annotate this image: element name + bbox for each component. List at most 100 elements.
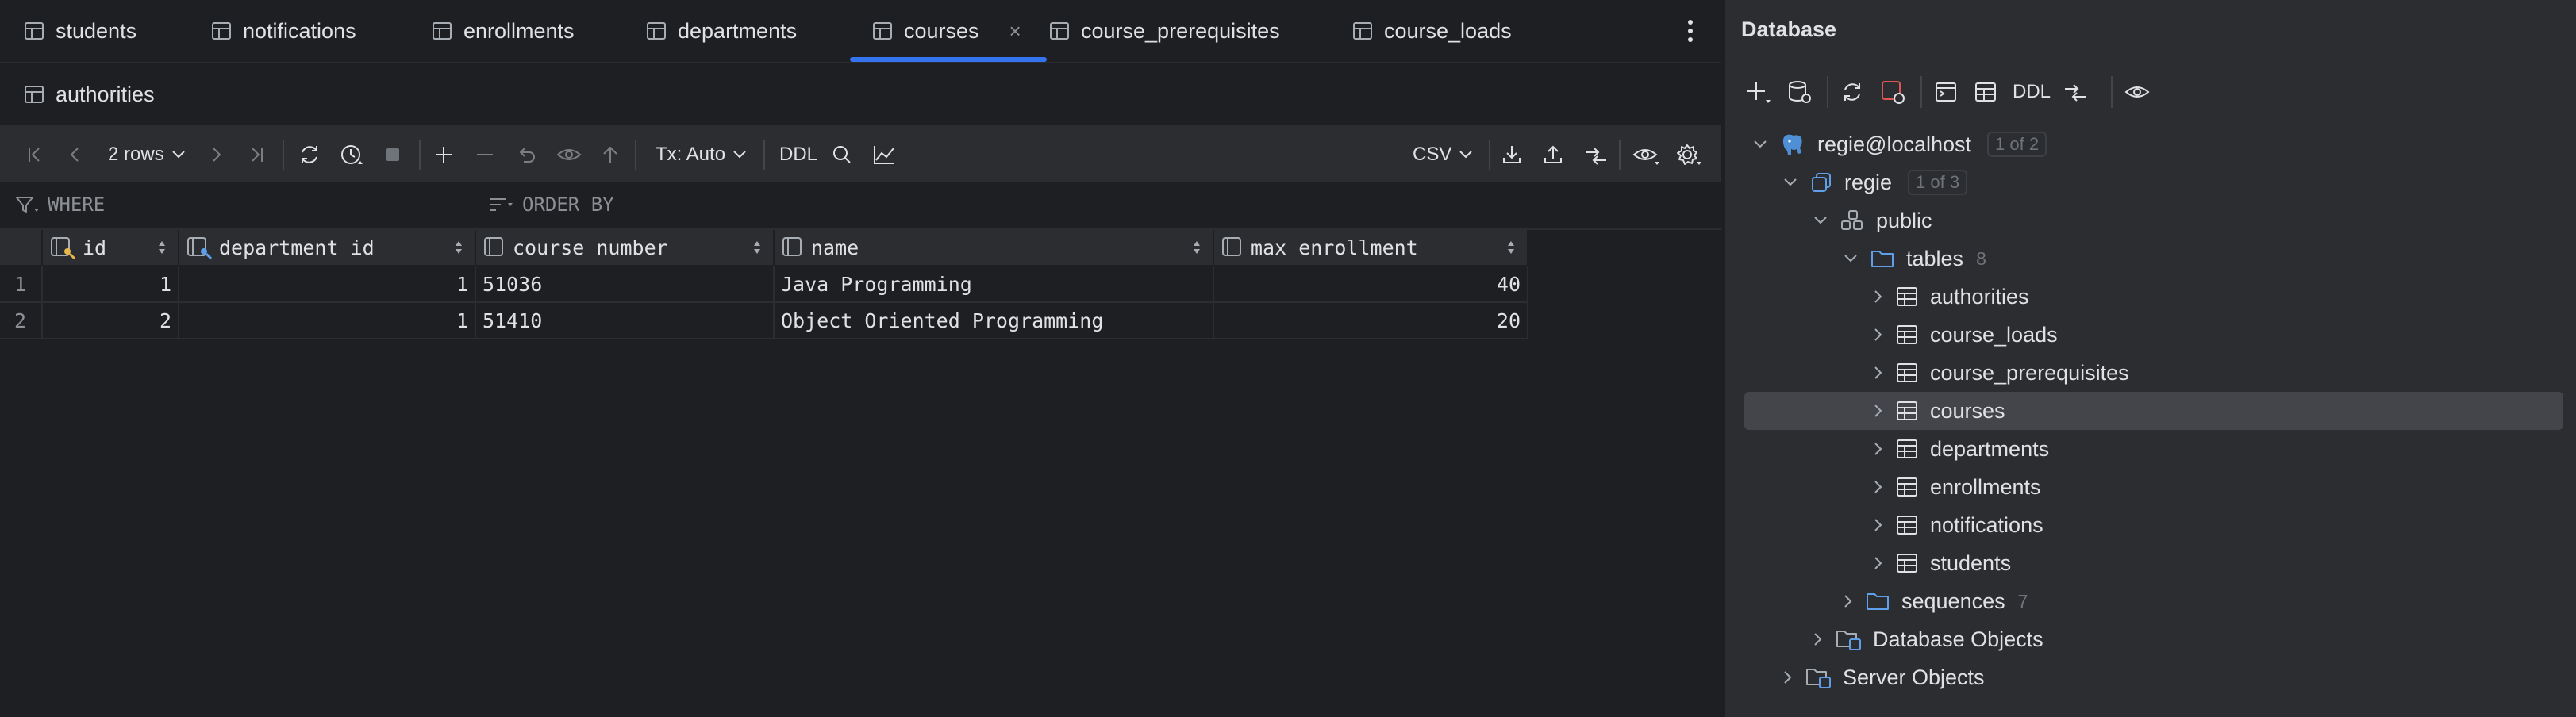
refresh-icon[interactable] <box>297 140 322 170</box>
column-header-max-enrollment[interactable]: max_enrollment <box>1214 230 1528 266</box>
chevron-right-icon <box>1873 327 1884 343</box>
preview-changes-icon[interactable] <box>556 140 582 170</box>
stop-icon[interactable] <box>381 140 405 170</box>
tab-authorities[interactable]: authorities <box>24 63 155 125</box>
editor-tab-bar-row2: authorities <box>0 63 1721 127</box>
cell-course-number[interactable]: 51410 <box>476 303 775 339</box>
tab-course-loads[interactable]: course_loads <box>1352 0 1512 62</box>
table-icon <box>1895 514 1919 536</box>
rows-count-dropdown[interactable]: 2 rows <box>108 140 186 170</box>
disconnect-icon[interactable] <box>1879 76 1906 108</box>
column-icon <box>781 236 805 259</box>
export-format-dropdown[interactable]: CSV <box>1413 140 1474 170</box>
cell-id[interactable]: 2 <box>43 303 179 339</box>
query-console-icon[interactable] <box>1920 76 1959 108</box>
delete-row-icon[interactable] <box>473 140 497 170</box>
cell-course-number[interactable]: 51036 <box>476 266 775 303</box>
cell-max-enrollment[interactable]: 20 <box>1214 303 1528 339</box>
settings-icon[interactable] <box>1674 140 1701 170</box>
sort-toggle-icon[interactable] <box>452 237 465 258</box>
column-header-id[interactable]: id <box>43 230 179 266</box>
table-label: authorities <box>1930 284 2029 309</box>
tree-node-table-students[interactable]: students <box>1873 544 2011 582</box>
history-icon[interactable] <box>338 140 365 170</box>
sort-toggle-icon[interactable] <box>751 237 763 258</box>
toolbar-separator <box>283 140 284 170</box>
column-header-name[interactable]: name <box>775 230 1214 266</box>
tree-node-table-course-loads[interactable]: course_loads <box>1873 316 2058 354</box>
refresh-icon[interactable] <box>1827 76 1865 108</box>
tab-courses[interactable]: courses × <box>850 0 1047 62</box>
tree-node-connection[interactable]: regie@localhost 1 of 2 <box>1752 125 2047 163</box>
foreign-key-column-icon <box>186 236 213 259</box>
compare-icon[interactable] <box>1582 140 1609 170</box>
transaction-mode-dropdown[interactable]: Tx: Auto <box>656 140 748 170</box>
ddl-button[interactable]: DDL <box>2013 76 2051 108</box>
table-icon[interactable] <box>1973 76 1998 108</box>
connection-badge: 1 of 2 <box>1987 132 2047 157</box>
jump-to-icon[interactable] <box>2062 76 2089 108</box>
tab-enrollments[interactable]: enrollments <box>432 0 575 62</box>
close-tab-icon[interactable]: × <box>1009 19 1021 44</box>
tab-label: courses <box>904 18 979 43</box>
tab-students[interactable]: students <box>24 0 136 62</box>
tree-node-database[interactable]: regie 1 of 3 <box>1782 163 1968 201</box>
table-label: students <box>1930 550 2012 575</box>
chevron-right-icon <box>1813 631 1824 647</box>
tree-node-server-objects[interactable]: Server Objects <box>1782 658 1985 696</box>
chevron-right-icon <box>1873 517 1884 533</box>
where-filter[interactable]: WHERE <box>14 194 105 216</box>
download-icon[interactable] <box>1500 140 1524 170</box>
view-options-icon[interactable] <box>2111 76 2152 108</box>
column-header-course-number[interactable]: course_number <box>476 230 775 266</box>
tab-course-prerequisites[interactable]: course_prerequisites <box>1049 0 1280 62</box>
tree-node-table-departments[interactable]: departments <box>1873 430 2049 468</box>
more-tabs-icon[interactable] <box>1681 17 1700 44</box>
tree-node-sequences-folder[interactable]: sequences 7 <box>1843 582 2028 620</box>
cell-name[interactable]: Java Programming <box>775 266 1214 303</box>
submit-icon[interactable] <box>598 140 622 170</box>
column-header-department-id[interactable]: department_id <box>179 230 476 266</box>
tree-node-table-authorities[interactable]: authorities <box>1873 278 2029 316</box>
toolbar-separator <box>419 140 421 170</box>
tab-notifications[interactable]: notifications <box>211 0 356 62</box>
row-number[interactable]: 1 <box>0 266 43 303</box>
chart-icon[interactable] <box>871 140 897 170</box>
database-badge: 1 of 3 <box>1908 170 1968 195</box>
previous-page-icon[interactable] <box>63 140 87 170</box>
tree-node-table-courses[interactable]: courses <box>1873 392 2005 430</box>
add-row-icon[interactable] <box>432 140 456 170</box>
next-page-icon[interactable] <box>205 140 229 170</box>
cell-max-enrollment[interactable]: 40 <box>1214 266 1528 303</box>
cell-department-id[interactable]: 1 <box>179 303 476 339</box>
sort-toggle-icon[interactable] <box>156 237 168 258</box>
tab-label: departments <box>678 18 798 43</box>
revert-icon[interactable] <box>514 140 538 170</box>
search-icon[interactable] <box>830 140 854 170</box>
first-page-icon[interactable] <box>24 140 48 170</box>
cell-department-id[interactable]: 1 <box>179 266 476 303</box>
view-icon[interactable] <box>1632 140 1660 170</box>
data-source-properties-icon[interactable] <box>1786 76 1813 108</box>
cell-name[interactable]: Object Oriented Programming <box>775 303 1214 339</box>
new-icon[interactable] <box>1744 76 1771 108</box>
sort-toggle-icon[interactable] <box>1190 237 1203 258</box>
upload-icon[interactable] <box>1541 140 1565 170</box>
tree-node-table-enrollments[interactable]: enrollments <box>1873 468 2041 506</box>
last-page-icon[interactable] <box>244 140 268 170</box>
ddl-button[interactable]: DDL <box>779 140 817 170</box>
tree-node-schema[interactable]: public <box>1813 201 1932 240</box>
row-number[interactable]: 2 <box>0 303 43 339</box>
order-by-filter[interactable]: ORDER BY <box>487 194 614 216</box>
chevron-right-icon <box>1873 365 1884 381</box>
tree-node-database-objects[interactable]: Database Objects <box>1813 620 2043 658</box>
tab-departments[interactable]: departments <box>646 0 797 62</box>
rows-count-label: 2 rows <box>108 144 164 165</box>
table-icon <box>1895 438 1919 460</box>
ddl-label: DDL <box>779 144 818 165</box>
tree-node-table-notifications[interactable]: notifications <box>1873 506 2043 544</box>
cell-id[interactable]: 1 <box>43 266 179 303</box>
tree-node-tables-folder[interactable]: tables 8 <box>1843 240 1986 278</box>
tree-node-table-course-prerequisites[interactable]: course_prerequisites <box>1873 354 2129 392</box>
sort-toggle-icon[interactable] <box>1505 237 1517 258</box>
